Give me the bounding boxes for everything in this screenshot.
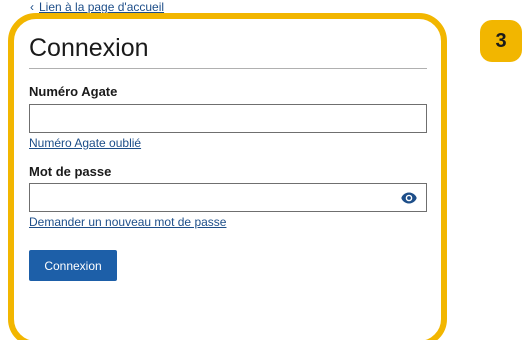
back-home-link-label: Lien à la page d'accueil	[39, 0, 165, 14]
page: ‹ Lien à la page d'accueil 3 Connexion Nu…	[0, 0, 523, 340]
step-badge: 3	[480, 20, 522, 62]
login-button[interactable]: Connexion	[29, 250, 117, 281]
agate-number-input[interactable]	[29, 104, 427, 133]
password-field[interactable]	[29, 183, 427, 212]
back-home-link[interactable]: ‹ Lien à la page d'accueil	[30, 0, 164, 14]
eye-icon[interactable]	[401, 192, 417, 204]
page-title: Connexion	[29, 34, 149, 62]
title-divider	[29, 68, 427, 69]
password-reset-link[interactable]: Demander un nouveau mot de passe	[29, 215, 226, 229]
agate-number-forgot-link[interactable]: Numéro Agate oublié	[29, 136, 141, 150]
chevron-left-icon: ‹	[30, 0, 34, 14]
agate-number-label: Numéro Agate	[29, 84, 118, 99]
password-label: Mot de passe	[29, 164, 112, 179]
